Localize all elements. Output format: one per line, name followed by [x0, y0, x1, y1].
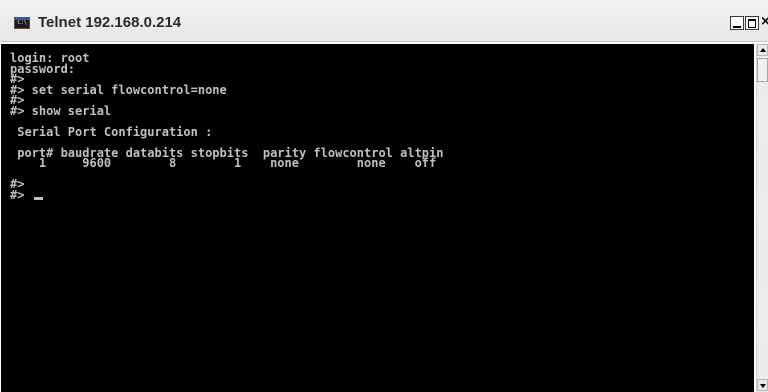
terminal-line: 1 9600 8 1 none none off [10, 156, 437, 170]
minimize-icon[interactable] [730, 16, 744, 30]
terminal-prompt: #> [10, 187, 32, 202]
title-bar[interactable]: C:\ Telnet 192.168.0.214 × [0, 0, 768, 42]
vertical-scrollbar[interactable] [756, 44, 768, 392]
maximize-icon[interactable] [745, 16, 759, 30]
window-title: Telnet 192.168.0.214 [38, 14, 182, 31]
terminal-line: #> [10, 177, 25, 191]
scrollbar-track[interactable] [757, 84, 768, 378]
close-icon[interactable]: × [760, 14, 768, 30]
terminal-line: login: root [10, 51, 90, 65]
terminal-output[interactable]: login: root password: #> #> set serial flow… [1, 44, 754, 392]
text-cursor [33, 196, 43, 200]
terminal-line: password: [10, 61, 76, 76]
telnet-window: C:\ Telnet 192.168.0.214 × login: root pa… [0, 0, 768, 392]
scrollbar-thumb[interactable] [757, 58, 768, 82]
console-icon[interactable]: C:\ [14, 17, 30, 29]
terminal-line: #> set serial flowcontrol=none [10, 82, 227, 97]
terminal-line: #> show serial [10, 103, 112, 118]
scroll-down-arrow-icon[interactable] [757, 379, 768, 391]
terminal-prompt-line[interactable]: #> [10, 187, 443, 202]
scroll-up-arrow-icon[interactable] [757, 44, 768, 56]
terminal-line: Serial Port Configuration : [10, 124, 213, 139]
terminal-lines: login: root password: #> #> set serial flow… [10, 51, 443, 202]
